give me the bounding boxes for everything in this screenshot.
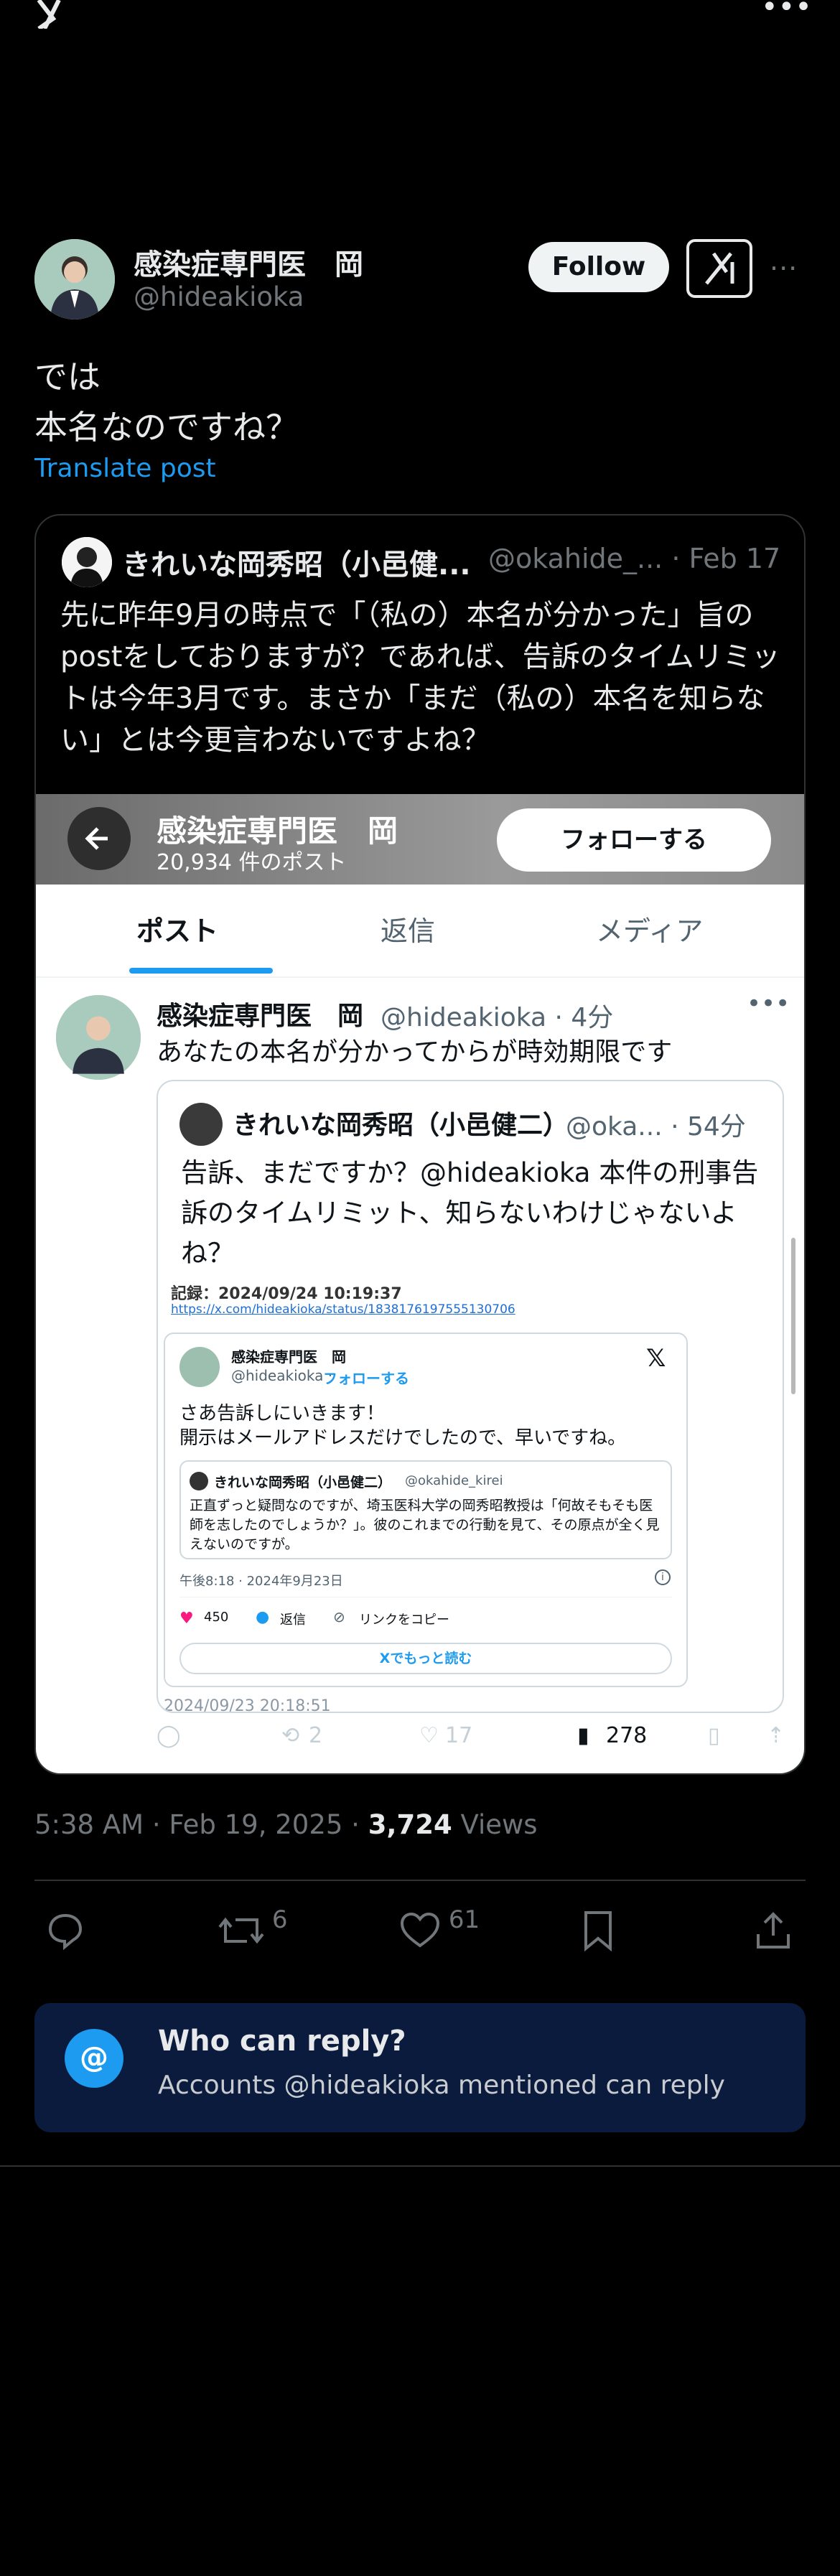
x-logo-icon[interactable] xyxy=(34,0,85,29)
screenshot-post-handle: @hideakioka · 4分 xyxy=(381,1003,614,1032)
screenshot-inner-text: 告訴、まだですか？@hideakioka 本件の刑事告訴のタイムリミット、知らな… xyxy=(181,1157,759,1269)
archived-post-card: 感染症専門医 岡 @hideakioka · フォローする 𝕏 さあ告訴しにいき… xyxy=(164,1333,688,1687)
card-inner-quote: きれいな岡秀昭（小邑健二） @okahide_kirei 正直ずっと疑問なのです… xyxy=(179,1460,672,1559)
screenshot-tab-indicator xyxy=(129,968,273,974)
reply-button[interactable] xyxy=(45,1910,86,1953)
who-can-reply-subtitle: Accounts @hideakioka mentioned can reply xyxy=(158,2071,725,2100)
card-inner-text: 正直ずっと疑問なのですが、埼玉医科大学の岡秀昭教授は「何故そもそも医師を志したの… xyxy=(190,1498,660,1552)
record-url: https://x.com/hideakioka/status/18381761… xyxy=(171,1302,515,1317)
quote-text: 先に昨年9月の時点で「（私の）本名が分かった」旨のpostをしておりますが？であ… xyxy=(60,599,780,757)
retweet-button[interactable]: 6 xyxy=(218,1905,287,1953)
screenshot-inner-avatar xyxy=(179,1103,223,1146)
screenshot-post-avatar xyxy=(56,995,141,1080)
retweet-count: 6 xyxy=(271,1905,288,1934)
retweet-icon xyxy=(218,1917,264,1944)
screenshot-profile-header: 感染症専門医 岡 20,934 件のポスト フォローする xyxy=(36,794,804,885)
back-arrow-icon xyxy=(67,807,131,870)
screenshot-share-icon: ⇡ xyxy=(767,1723,785,1748)
card-reply-icon: ● xyxy=(256,1608,270,1626)
who-can-reply-title: Who can reply? xyxy=(158,2025,406,2058)
author-name[interactable]: 感染症専門医 岡 xyxy=(134,241,363,283)
quote-author-handle[interactable]: @okahide_... · Feb 17 xyxy=(488,543,780,574)
more-options-icon[interactable]: ••• xyxy=(761,0,812,22)
screenshot-inner-author: きれいな岡秀昭（小邑健二） xyxy=(233,1111,569,1140)
translate-post-link[interactable]: Translate post xyxy=(34,454,216,483)
card-text-line-1: さあ告訴しにいきます！ xyxy=(179,1403,386,1424)
post-text: では 本名なのですね？ xyxy=(34,352,299,452)
screenshot-likes: 17 xyxy=(445,1723,473,1748)
screenshot-scrollbar xyxy=(791,1238,795,1394)
bottom-divider xyxy=(0,2165,840,2167)
card-inner-author: きれいな岡秀昭（小邑健二） xyxy=(214,1475,392,1490)
card-x-logo-icon: 𝕏 xyxy=(646,1344,666,1373)
card-inner-handle: @okahide_kirei xyxy=(405,1473,503,1488)
quote-screenshot-image[interactable]: 感染症専門医 岡 20,934 件のポスト フォローする ポスト 返信 メディア… xyxy=(36,794,804,1773)
screenshot-inner-handle: @oka... · 54分 xyxy=(566,1112,746,1142)
card-text-line-2: 開示はメールアドレスだけでしたので、早いですね。 xyxy=(179,1427,627,1449)
follow-button[interactable]: Follow xyxy=(528,242,669,292)
screenshot-follow-button: フォローする xyxy=(497,808,771,872)
screenshot-bookmark-icon: ▯ xyxy=(708,1723,720,1748)
card-follow-link: フォローする xyxy=(323,1370,409,1387)
screenshot-views-icon: ▮ xyxy=(577,1723,589,1748)
screenshot-post-text: あなたの本名が分かってからが時効期限です xyxy=(157,1037,673,1067)
card-info-icon: i xyxy=(655,1569,671,1585)
views-count: 3,724 xyxy=(368,1809,452,1840)
card-text: さあ告訴しにいきます！ 開示はメールアドレスだけでしたので、早いですね。 xyxy=(179,1401,626,1450)
screenshot-retweets: 2 xyxy=(309,1723,323,1748)
screenshot-more-icon: ••• xyxy=(747,989,790,1018)
post-text-line-1: では xyxy=(34,358,101,396)
bookmark-button[interactable] xyxy=(580,1910,616,1953)
quote-author-avatar[interactable] xyxy=(62,537,112,587)
heart-icon xyxy=(400,1912,440,1948)
card-reply-label: 返信 xyxy=(280,1613,306,1628)
author-avatar[interactable] xyxy=(34,239,115,319)
post-more-icon[interactable]: ··· xyxy=(770,253,798,284)
screenshot-post-author: 感染症専門医 岡 xyxy=(157,1002,364,1031)
screenshot-divider xyxy=(36,976,804,978)
author-handle[interactable]: @hideakioka xyxy=(134,281,304,312)
who-can-reply-box: @ Who can reply? Accounts @hideakioka me… xyxy=(34,2003,806,2132)
post-timestamp[interactable]: 5:38 AM · Feb 19, 2025 · xyxy=(34,1809,368,1840)
screenshot-action-bar: ◯ ⟲ 2 ♡ 17 ▮ 278 ▯ ⇡ xyxy=(157,1716,788,1759)
screenshot-retweet-icon: ⟲ xyxy=(281,1723,300,1748)
post-text-line-2: 本名なのですね？ xyxy=(34,408,299,447)
quoted-post[interactable]: きれいな岡秀昭（小邑健... @okahide_... · Feb 17 先に昨… xyxy=(34,514,806,1775)
meta-divider xyxy=(34,1880,806,1881)
card-avatar xyxy=(179,1347,220,1387)
like-count: 61 xyxy=(448,1905,480,1934)
card-time: 午後8:18 · 2024年9月23日 xyxy=(179,1574,343,1589)
capture-time: 2024/09/23 20:18:51 xyxy=(164,1697,331,1713)
at-sign-icon: @ xyxy=(65,2029,123,2088)
screenshot-like-icon: ♡ xyxy=(419,1723,439,1748)
screenshot-tab-media: メディア xyxy=(596,915,704,947)
reply-icon xyxy=(48,1913,83,1951)
card-read-more: Xでもっと読む xyxy=(179,1643,672,1674)
share-button[interactable] xyxy=(752,1910,794,1953)
record-label: 記録：2024/09/24 10:19:37 xyxy=(171,1285,402,1303)
screenshot-post-count: 20,934 件のポスト xyxy=(157,850,347,875)
screenshot-tab-replies: 返信 xyxy=(381,915,436,947)
like-button[interactable]: 61 xyxy=(399,1905,480,1953)
card-link-icon: ⊘ xyxy=(333,1608,345,1625)
post-meta: 5:38 AM · Feb 19, 2025 · 3,724 Views xyxy=(34,1809,538,1840)
bookmark-icon xyxy=(584,1911,612,1952)
grok-icon[interactable] xyxy=(686,239,752,298)
card-inner-avatar xyxy=(190,1472,208,1490)
screenshot-reply-icon: ◯ xyxy=(157,1723,181,1748)
card-author: 感染症専門医 岡 xyxy=(231,1348,346,1366)
card-likes: 450 xyxy=(204,1610,229,1625)
card-copy-link: リンクをコピー xyxy=(359,1613,449,1628)
screenshot-inner-quote: きれいな岡秀昭（小邑健二） @oka... · 54分 告訴、まだですか？@hi… xyxy=(157,1080,784,1713)
card-handle: @hideakioka · xyxy=(231,1367,333,1384)
card-heart-icon: ♥ xyxy=(179,1610,194,1628)
views-label: Views xyxy=(452,1809,538,1840)
screenshot-views: 278 xyxy=(606,1723,648,1748)
share-icon xyxy=(757,1912,790,1949)
quote-author-name[interactable]: きれいな岡秀昭（小邑健... xyxy=(122,541,471,583)
screenshot-tab-posts: ポスト xyxy=(136,915,219,947)
